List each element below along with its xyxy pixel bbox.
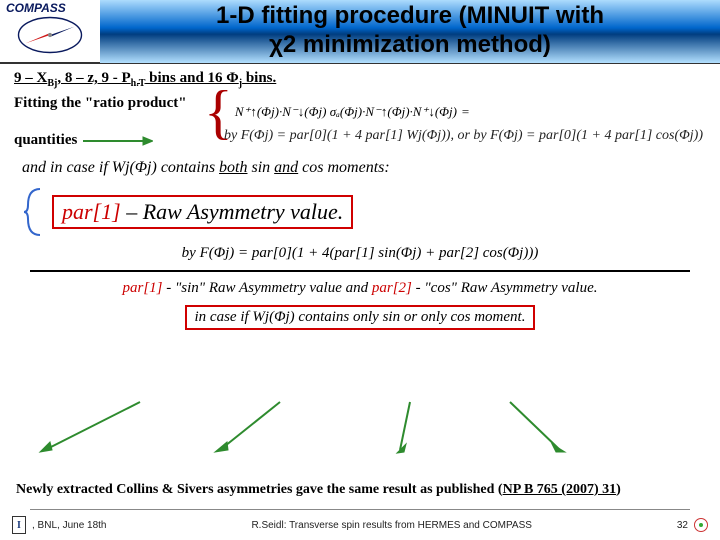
ratio-row: Fitting the "ratio product" quantities {… <box>14 95 706 149</box>
case-both-suffix: cos moments: <box>302 159 390 176</box>
left-brace-icon: { <box>204 100 233 124</box>
case-both-word: both <box>219 159 247 176</box>
slide-header: COMPASS 1-D fitting procedure (MINUIT wi… <box>0 0 720 64</box>
bins-prefix: 9 – X <box>14 70 47 86</box>
bins-suffix: bins. <box>242 70 276 86</box>
raw-dash: – <box>121 199 143 224</box>
logo-text: COMPASS <box>6 1 66 15</box>
sincos-line: par[1] - "sin" Raw Asymmetry value and p… <box>14 280 706 297</box>
dot-logo-icon <box>694 518 708 532</box>
formula-eq: = <box>461 104 470 120</box>
quantities-label: quantities <box>14 132 77 149</box>
case-both-prefix: and in case if Wj(Φj) contains <box>22 159 219 176</box>
bins-sub2: h.T <box>131 78 146 89</box>
sincos-p1: par[1] <box>122 280 162 296</box>
slide-footer: I , BNL, June 18th R.Seidl: Transverse s… <box>0 516 720 534</box>
title-banner: 1-D fitting procedure (MINUIT with χ2 mi… <box>100 0 720 63</box>
fit-functions: by F(Φj) = par[0](1 + 4 par[1] Wj(Φj)), … <box>224 128 706 144</box>
bins-mid1: , 8 – z, 9 - P <box>57 70 130 86</box>
case-only-row: in case if Wj(Φj) contains only sin or o… <box>14 305 706 330</box>
formula-center: by F(Φj) = par[0](1 + 4(par[1] sin(Φj) +… <box>14 245 706 262</box>
ratio-formula: N⁺↑(Φj)·N⁻↓(Φj) σₐ(Φj)·N⁻↑(Φj)·N⁺↓(Φj) = <box>235 104 470 120</box>
footer-center-text: R.Seidl: Transverse spin results from HE… <box>251 520 531 531</box>
content-area: 9 – XBj, 8 – z, 9 - Ph.T bins and 16 Φj … <box>0 64 720 330</box>
slide-title: 1-D fitting procedure (MINUIT with χ2 mi… <box>216 2 604 60</box>
case-and-word: and <box>274 159 298 176</box>
blue-brace-icon <box>22 187 44 237</box>
newly-suffix: ) <box>616 482 621 497</box>
divider <box>30 270 690 272</box>
case-both: and in case if Wj(Φj) contains both sin … <box>22 159 698 177</box>
formula-denominator: σₐ(Φj)·N⁻↑(Φj)·N⁺↓(Φj) <box>330 104 457 119</box>
bins-description: 9 – XBj, 8 – z, 9 - Ph.T bins and 16 Φj … <box>14 70 706 89</box>
footer-left-text: , BNL, June 18th <box>32 520 107 531</box>
newly-extracted: Newly extracted Collins & Sivers asymmet… <box>0 482 637 498</box>
sincos-p2: par[2] <box>372 280 412 296</box>
fitting-label: Fitting the "ratio product" <box>14 95 194 112</box>
case-both-mid: sin <box>252 159 275 176</box>
slide-number: 32 <box>677 520 688 531</box>
bins-sub1: Bj <box>47 78 57 89</box>
raw-asym-row: par[1] – Raw Asymmetry value. <box>22 187 698 237</box>
newly-text: Newly extracted Collins & Sivers asymmet… <box>16 482 503 497</box>
raw-text: Raw Asymmetry value. <box>143 199 344 224</box>
sincos-t2: - "cos" Raw Asymmetry value. <box>412 280 598 296</box>
compass-icon <box>15 10 85 60</box>
case-only-text: in case if Wj(Φj) contains only sin or o… <box>185 305 536 330</box>
footer-rule <box>30 509 690 510</box>
arrow-right-icon <box>83 134 153 148</box>
formula-numerator: N⁺↑(Φj)·N⁻↓(Φj) <box>235 104 327 119</box>
illinois-logo-icon: I <box>12 516 26 534</box>
sincos-t1: - "sin" Raw Asymmetry value and <box>163 280 372 296</box>
par1-label: par[1] <box>62 199 121 224</box>
title-line2: χ2 minimization method) <box>269 31 551 58</box>
title-line1: 1-D fitting procedure (MINUIT with <box>216 2 604 29</box>
newly-link[interactable]: NP B 765 (2007) 31 <box>503 482 617 497</box>
green-arrows-icon <box>20 400 690 460</box>
compass-logo: COMPASS <box>0 0 100 63</box>
fit-rhs: by F(Φj) = par[0](1 + 4 par[1] Wj(Φj)), … <box>224 128 703 143</box>
